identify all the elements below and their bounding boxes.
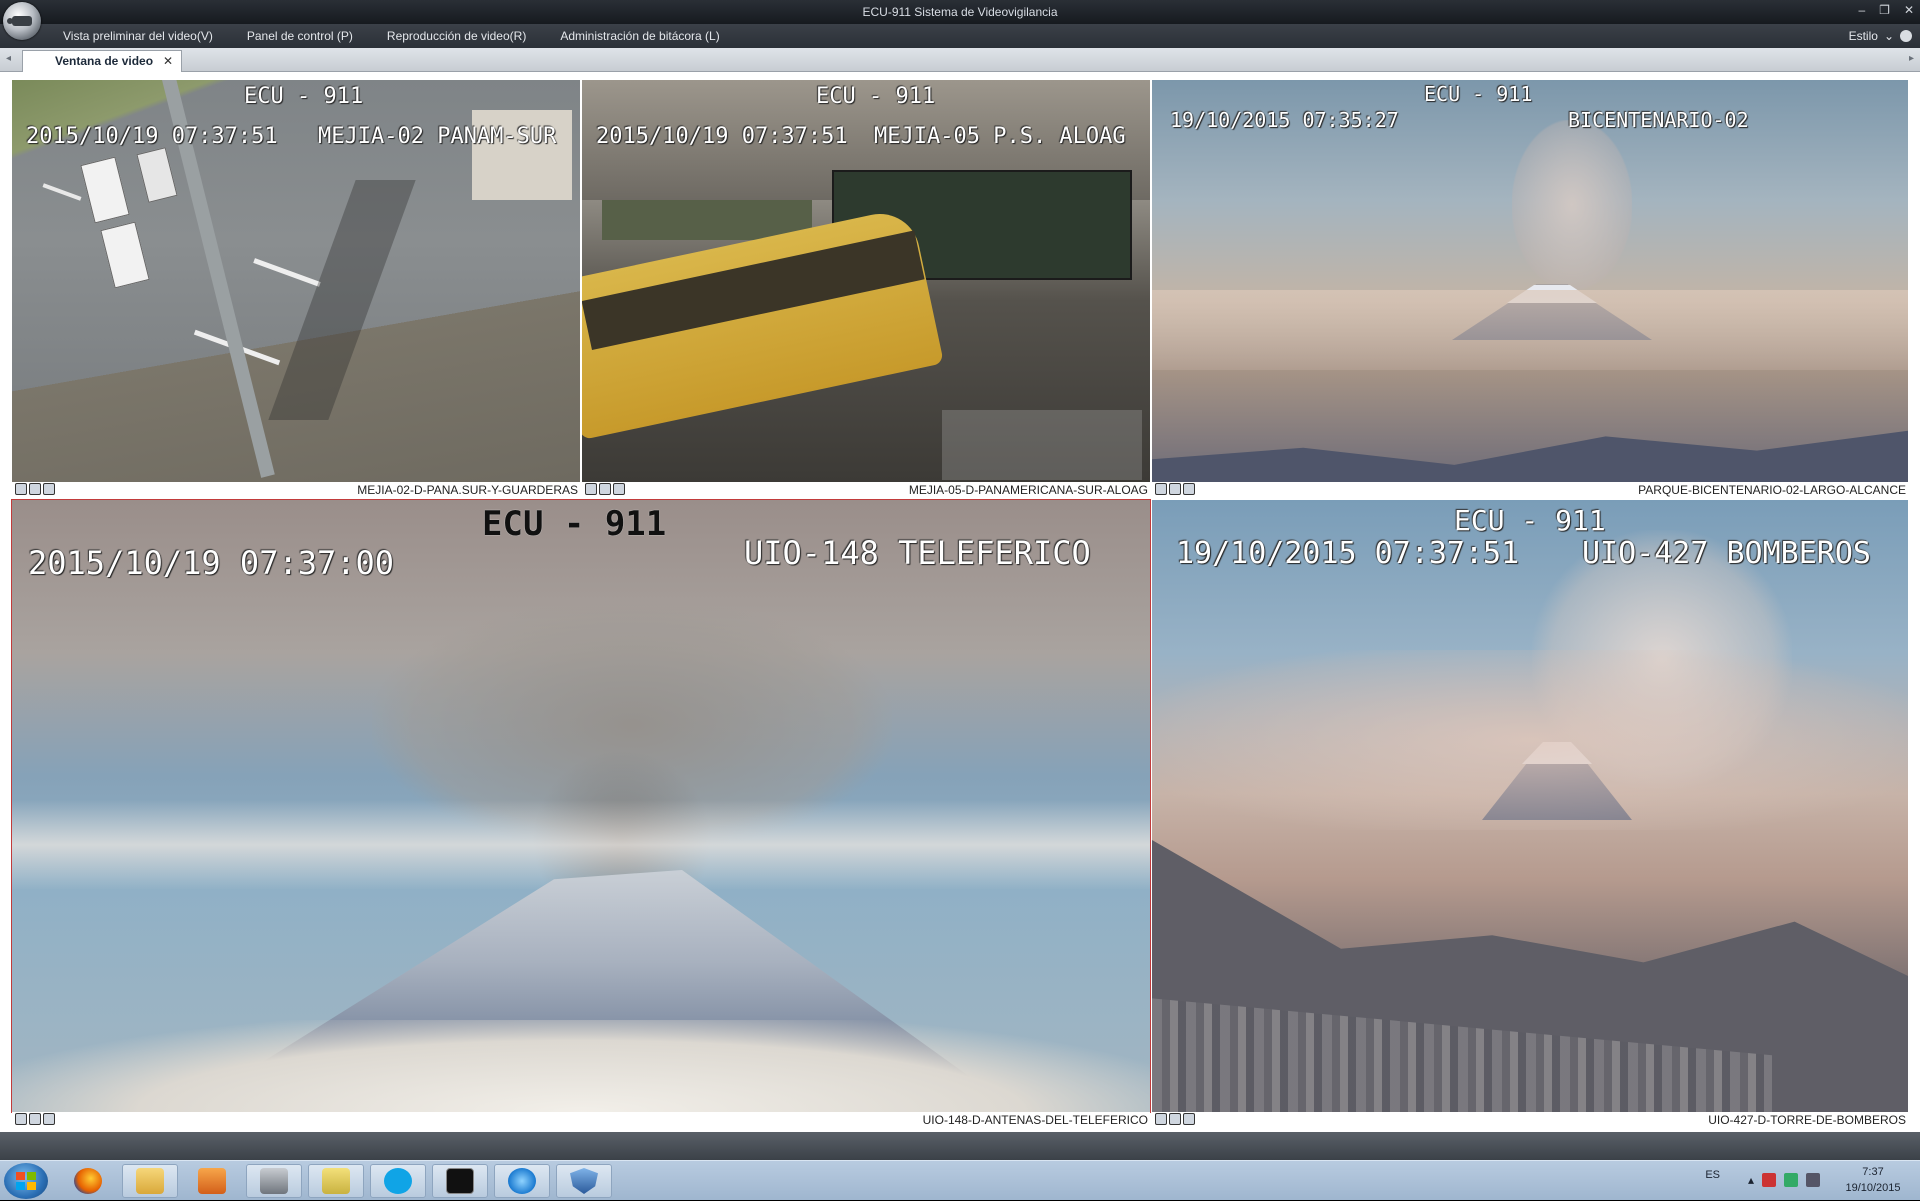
camera-feed-volcano-teleferico bbox=[12, 500, 1150, 1112]
audio-icon[interactable] bbox=[29, 1113, 41, 1125]
file-explorer-icon[interactable] bbox=[122, 1164, 178, 1198]
snapshot-icon[interactable] bbox=[585, 483, 597, 495]
menu-bar: Vista preliminar del video(V) Panel de c… bbox=[0, 24, 1920, 48]
language-indicator[interactable]: ES bbox=[1705, 1169, 1720, 1181]
menu-video-preview[interactable]: Vista preliminar del video(V) bbox=[63, 29, 213, 43]
menu-control-panel[interactable]: Panel de control (P) bbox=[247, 29, 353, 43]
camera-id: MEJIA-02-D-PANA.SUR-Y-GUARDERAS bbox=[357, 483, 578, 497]
camera-label: MEJIA-02 PANAM-SUR bbox=[318, 124, 557, 149]
camera-panel-2[interactable]: ECU - 911 2015/10/19 07:37:51 MEJIA-05 P… bbox=[582, 80, 1150, 482]
camera-id: MEJIA-05-D-PANAMERICANA-SUR-ALOAG bbox=[908, 483, 1148, 497]
network-icon[interactable] bbox=[1784, 1173, 1798, 1187]
camera-label: MEJIA-05 P.S. ALOAG bbox=[874, 124, 1126, 149]
camera-panel-4-selected[interactable]: ECU - 911 2015/10/19 07:37:00 UIO-148 TE… bbox=[11, 499, 1151, 1113]
record-icon[interactable] bbox=[1183, 1113, 1195, 1125]
tab-strip: ◂ Ventana de video ✕ ▸ bbox=[0, 48, 1920, 72]
camera-id: PARQUE-BICENTENARIO-02-LARGO-ALCANCE bbox=[1638, 483, 1906, 497]
security-shield-icon[interactable] bbox=[556, 1164, 612, 1198]
clock-time: 7:37 bbox=[1862, 1166, 1884, 1178]
tab-video-window[interactable]: Ventana de video ✕ bbox=[22, 50, 182, 72]
camera-timestamp: 2015/10/19 07:37:51 bbox=[26, 124, 278, 149]
camera-panel-1[interactable]: ECU - 911 2015/10/19 07:37:51 MEJIA-02 P… bbox=[12, 80, 580, 482]
minimize-button[interactable]: – bbox=[1858, 3, 1865, 17]
maximize-button[interactable]: ❐ bbox=[1879, 3, 1890, 17]
camera-status-bar-3: PARQUE-BICENTENARIO-02-LARGO-ALCANCE bbox=[1152, 482, 1908, 498]
camera-id: UIO-148-D-ANTENAS-DEL-TELEFERICO bbox=[922, 1113, 1148, 1127]
camera-timestamp: 19/10/2015 07:35:27 bbox=[1170, 108, 1399, 132]
record-icon[interactable] bbox=[613, 483, 625, 495]
folder-icon[interactable] bbox=[308, 1164, 364, 1198]
camera-header: ECU - 911 bbox=[816, 84, 936, 109]
firefox-icon[interactable] bbox=[60, 1164, 116, 1198]
camera-label: BICENTENARIO-02 bbox=[1568, 108, 1749, 132]
camera-timestamp: 2015/10/19 07:37:51 bbox=[596, 124, 848, 149]
chevron-down-icon: ⌄ bbox=[1883, 29, 1894, 43]
close-window-button[interactable]: ✕ bbox=[1904, 3, 1914, 17]
action-center-icon[interactable] bbox=[1762, 1173, 1776, 1187]
audio-icon[interactable] bbox=[1169, 483, 1181, 495]
command-prompt-icon[interactable] bbox=[432, 1164, 488, 1198]
start-button-icon[interactable] bbox=[4, 1163, 48, 1199]
internet-explorer-icon[interactable] bbox=[494, 1164, 550, 1198]
tab-scroll-right-icon[interactable]: ▸ bbox=[1909, 53, 1914, 64]
camera-header: ECU - 911 bbox=[1424, 82, 1533, 106]
tab-label: Ventana de video bbox=[55, 54, 154, 68]
title-bar: ECU-911 Sistema de Videovigilancia – ❐ ✕ bbox=[0, 0, 1920, 24]
audio-icon[interactable] bbox=[29, 483, 41, 495]
style-label: Estilo bbox=[1848, 29, 1878, 43]
camera-status-bar-2: MEJIA-05-D-PANAMERICANA-SUR-ALOAG bbox=[582, 482, 1150, 498]
skype-icon[interactable] bbox=[370, 1164, 426, 1198]
camera-feed-volcano-far bbox=[1152, 80, 1908, 482]
camera-feed-volcano-city bbox=[1152, 500, 1908, 1112]
camera-label: UIO-148 TELEFERICO bbox=[744, 534, 1091, 572]
show-hidden-icons-icon[interactable]: ▴ bbox=[1748, 1173, 1754, 1187]
audio-icon[interactable] bbox=[1169, 1113, 1181, 1125]
clock-date: 19/10/2015 bbox=[1845, 1182, 1901, 1194]
volume-icon[interactable] bbox=[1806, 1173, 1820, 1187]
clock[interactable]: 7:37 19/10/2015 bbox=[1838, 1164, 1908, 1196]
camera-timestamp: 19/10/2015 07:37:51 bbox=[1176, 536, 1520, 571]
video-grid: ECU - 911 2015/10/19 07:37:51 MEJIA-02 P… bbox=[0, 72, 1920, 1132]
camera-status-bar-1: MEJIA-02-D-PANA.SUR-Y-GUARDERAS bbox=[12, 482, 580, 498]
camera-timestamp: 2015/10/19 07:37:00 bbox=[28, 544, 395, 582]
camera-label: UIO-427 BOMBEROS bbox=[1582, 536, 1871, 571]
snapshot-icon[interactable] bbox=[15, 483, 27, 495]
audio-icon[interactable] bbox=[599, 483, 611, 495]
app-menu-orb-icon[interactable] bbox=[3, 2, 41, 40]
taskbar: ES ▴ 7:37 19/10/2015 bbox=[0, 1160, 1920, 1200]
window-controls: – ❐ ✕ bbox=[1858, 3, 1914, 17]
camera-header: ECU - 911 bbox=[1454, 504, 1606, 537]
tab-scroll-left-icon[interactable]: ◂ bbox=[6, 53, 11, 64]
record-icon[interactable] bbox=[43, 483, 55, 495]
camera-id: UIO-427-D-TORRE-DE-BOMBEROS bbox=[1708, 1113, 1906, 1127]
bottom-status-strip bbox=[0, 1132, 1920, 1160]
snapshot-icon[interactable] bbox=[15, 1113, 27, 1125]
menu-log-administration[interactable]: Administración de bitácora (L) bbox=[560, 29, 719, 43]
video-surveillance-app-icon[interactable] bbox=[246, 1164, 302, 1198]
style-selector[interactable]: Estilo ⌄ bbox=[1849, 29, 1912, 43]
record-icon[interactable] bbox=[43, 1113, 55, 1125]
media-player-icon[interactable] bbox=[184, 1164, 240, 1198]
close-tab-icon[interactable]: ✕ bbox=[163, 54, 173, 68]
camera-status-bar-5: UIO-427-D-TORRE-DE-BOMBEROS bbox=[1152, 1112, 1908, 1128]
snapshot-icon[interactable] bbox=[1155, 1113, 1167, 1125]
camera-header: ECU - 911 bbox=[244, 84, 364, 109]
window-title: ECU-911 Sistema de Videovigilancia bbox=[862, 5, 1058, 19]
menu-video-playback[interactable]: Reproducción de video(R) bbox=[387, 29, 526, 43]
camera-panel-5[interactable]: ECU - 911 19/10/2015 07:37:51 UIO-427 BO… bbox=[1152, 500, 1908, 1112]
snapshot-icon[interactable] bbox=[1155, 483, 1167, 495]
camera-header: ECU - 911 bbox=[482, 504, 667, 544]
camera-status-bar-4: UIO-148-D-ANTENAS-DEL-TELEFERICO bbox=[12, 1112, 1150, 1128]
help-icon[interactable] bbox=[1900, 30, 1912, 42]
record-icon[interactable] bbox=[1183, 483, 1195, 495]
camera-panel-3[interactable]: ECU - 911 19/10/2015 07:35:27 BICENTENAR… bbox=[1152, 80, 1908, 482]
